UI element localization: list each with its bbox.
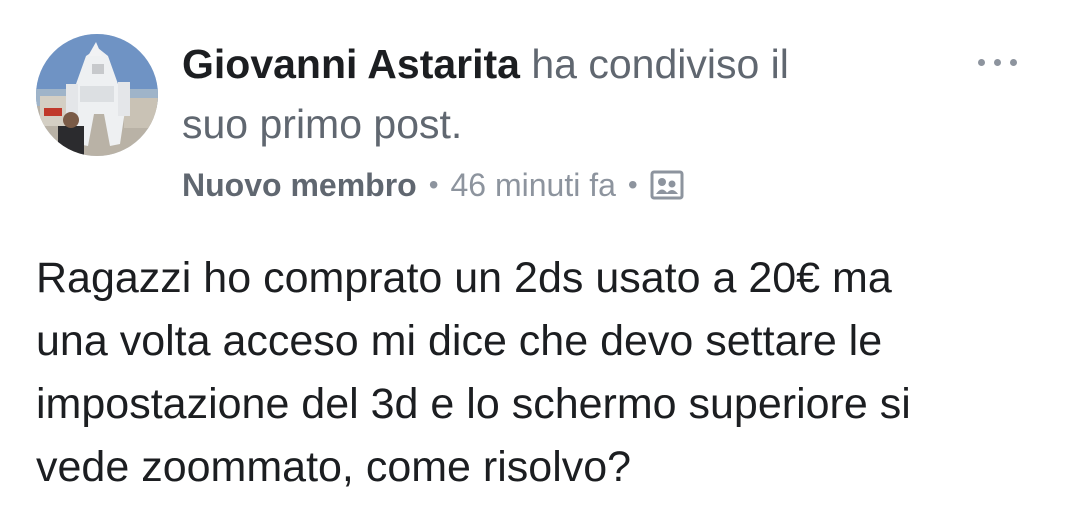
photo-group-icon[interactable] xyxy=(650,170,684,200)
action-text-1: ha condiviso il xyxy=(531,41,789,87)
feed-post: Giovanni Astarita ha condiviso il suo pr… xyxy=(0,0,1080,532)
post-meta: Nuovo membro • 46 minuti fa • xyxy=(182,162,684,208)
post-text-line: Ragazzi ho comprato un 2ds usato a 20€ m… xyxy=(36,254,892,302)
post-header-line1: Giovanni Astarita ha condiviso il xyxy=(182,34,789,94)
more-options-icon-dot xyxy=(1010,59,1017,66)
author-avatar[interactable] xyxy=(36,34,158,156)
more-options-icon xyxy=(978,59,985,66)
post-timestamp[interactable]: 46 minuti fa xyxy=(451,167,616,204)
meta-separator: • xyxy=(627,169,638,200)
action-text-2: suo primo post. xyxy=(182,101,463,147)
post-text-line: una volta acceso mi dice che devo settar… xyxy=(36,317,883,365)
more-options-button[interactable] xyxy=(968,42,1028,82)
post-text-line: vede zoommato, come risolvo? xyxy=(36,443,632,491)
meta-separator: • xyxy=(428,169,439,200)
avatar-photo xyxy=(36,34,158,156)
more-options-icon-dot xyxy=(994,59,1001,66)
post-body: Ragazzi ho comprato un 2ds usato a 20€ m… xyxy=(36,247,1046,499)
member-badge: Nuovo membro xyxy=(182,166,417,203)
post-text-line: impostazione del 3d e lo schermo superio… xyxy=(36,380,911,428)
author-name[interactable]: Giovanni Astarita xyxy=(182,41,520,87)
post-header-line2: suo primo post. xyxy=(182,94,462,154)
